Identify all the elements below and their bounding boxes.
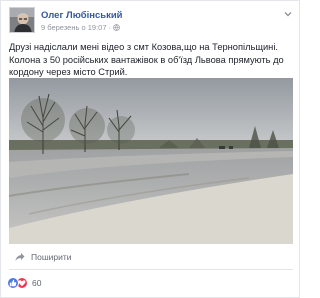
timestamp[interactable]: 9 березень о 19:07 xyxy=(41,23,107,32)
video-player[interactable] xyxy=(9,78,293,244)
share-icon xyxy=(15,253,25,261)
post-header: Олег Любінський 9 березень о 19:07 · xyxy=(9,7,293,35)
globe-icon xyxy=(113,24,120,31)
divider xyxy=(9,269,293,270)
post-meta: 9 березень о 19:07 · xyxy=(41,23,120,32)
share-label: Поширити xyxy=(31,252,72,262)
post-text: Друзі надіслали мені відео з смт Козова,… xyxy=(9,42,284,77)
chevron-down-icon[interactable] xyxy=(283,9,293,19)
share-action[interactable]: Поширити xyxy=(15,252,72,262)
facebook-post: Олег Любінський 9 березень о 19:07 · Дру… xyxy=(0,0,300,298)
reaction-count[interactable]: 60 xyxy=(32,278,41,288)
author-name[interactable]: Олег Любінський xyxy=(41,10,123,21)
reactions-bar[interactable]: 60 xyxy=(7,277,41,289)
avatar-image xyxy=(10,8,34,32)
video-frame xyxy=(9,78,293,244)
like-icon xyxy=(7,277,19,289)
avatar[interactable] xyxy=(9,7,35,33)
